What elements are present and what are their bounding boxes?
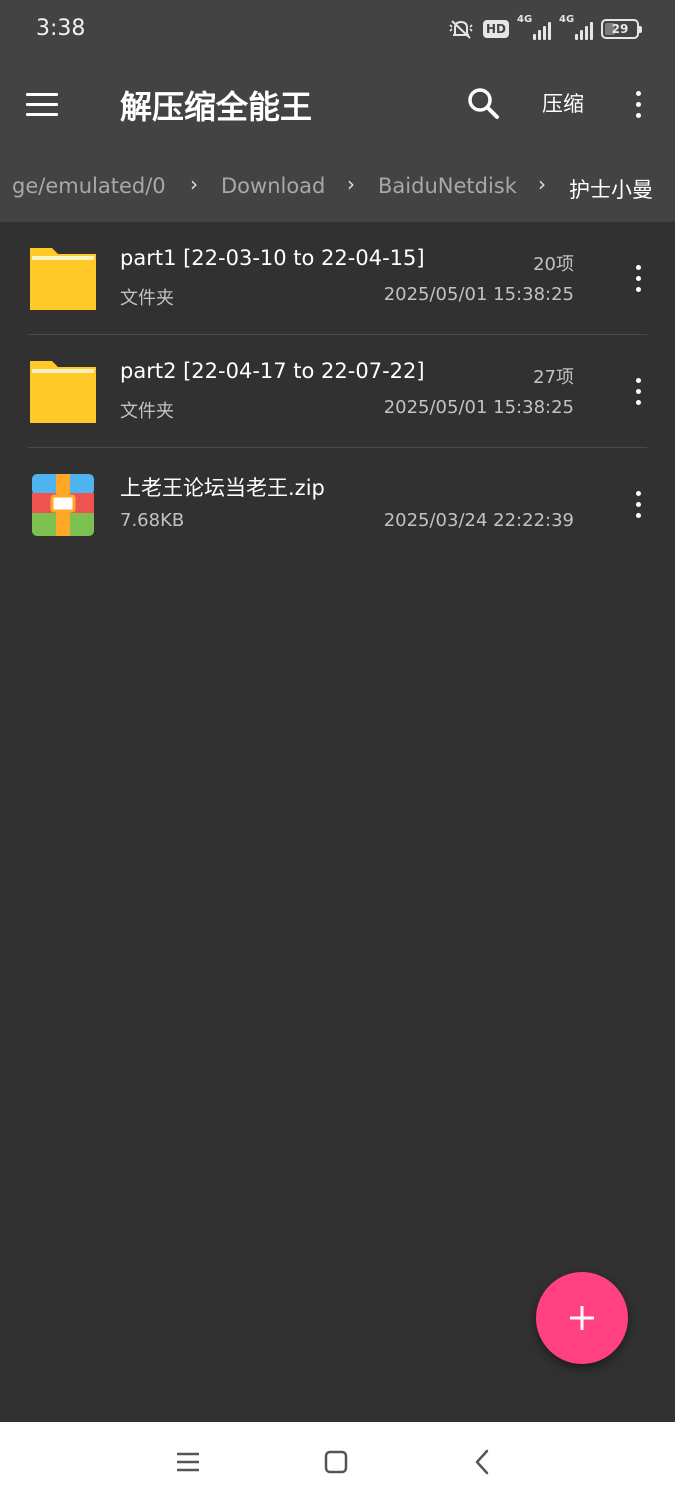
recents-icon[interactable]: [168, 1442, 208, 1482]
signal-icon: 4G: [559, 14, 593, 40]
zip-archive-icon: [32, 474, 94, 536]
breadcrumb: ge/emulated/0 › Download › BaiduNetdisk …: [0, 148, 675, 222]
network-type-2: 4G: [559, 14, 575, 25]
file-name: part1 [22-03-10 to 22-04-15]: [120, 246, 425, 270]
more-vert-icon[interactable]: [622, 371, 654, 411]
status-time: 3:38: [36, 16, 86, 41]
battery-icon: 29: [601, 19, 642, 39]
breadcrumb-item-baidunetdisk[interactable]: BaiduNetdisk: [378, 174, 517, 198]
compress-button[interactable]: 压缩: [542, 88, 584, 118]
file-type: 文件夹: [120, 401, 174, 422]
plus-icon: [570, 1306, 594, 1330]
folder-icon: [30, 361, 96, 423]
home-icon[interactable]: [316, 1442, 356, 1482]
network-type-1: 4G: [517, 14, 533, 25]
item-count: 27项: [533, 367, 574, 388]
list-item[interactable]: part2 [22-04-17 to 22-07-22] 文件夹 27项 202…: [0, 335, 675, 448]
file-size: 7.68KB: [120, 510, 185, 531]
breadcrumb-item-emulated[interactable]: ge/emulated/0: [12, 174, 166, 198]
chevron-right-icon: ›: [538, 172, 546, 196]
file-list: part1 [22-03-10 to 22-04-15] 文件夹 20项 202…: [0, 222, 675, 561]
hamburger-menu-icon[interactable]: [26, 84, 66, 124]
list-item[interactable]: part1 [22-03-10 to 22-04-15] 文件夹 20项 202…: [0, 222, 675, 335]
status-icons: HD 4G 4G 29: [447, 14, 642, 43]
more-vert-icon[interactable]: [622, 84, 654, 124]
modified-date: 2025/05/01 15:38:25: [383, 397, 574, 418]
chevron-right-icon: ›: [347, 172, 355, 196]
hd-icon: HD: [482, 20, 509, 38]
mute-icon: [449, 20, 473, 39]
list-item[interactable]: 上老王论坛当老王.zip 7.68KB 2025/03/24 22:22:39: [0, 448, 675, 561]
modified-date: 2025/05/01 15:38:25: [383, 284, 574, 305]
file-name: part2 [22-04-17 to 22-07-22]: [120, 359, 425, 383]
item-count: 20项: [533, 254, 574, 275]
system-nav-bar: [0, 1422, 675, 1500]
chevron-right-icon: ›: [190, 172, 198, 196]
more-vert-icon[interactable]: [622, 258, 654, 298]
back-icon[interactable]: [462, 1442, 502, 1482]
breadcrumb-item-current[interactable]: 护士小曼: [569, 174, 653, 204]
folder-icon: [30, 248, 96, 310]
file-name: 上老王论坛当老王.zip: [120, 476, 325, 500]
app-bar: 解压缩全能王 压缩: [0, 60, 675, 148]
add-fab-button[interactable]: [536, 1272, 628, 1364]
breadcrumb-item-download[interactable]: Download: [221, 174, 325, 198]
modified-date: 2025/03/24 22:22:39: [383, 510, 574, 531]
signal-icon: 4G: [517, 14, 551, 40]
battery-level: 29: [611, 22, 629, 36]
app-title: 解压缩全能王: [120, 88, 313, 126]
status-bar: 3:38 HD 4G 4G 29: [0, 0, 675, 60]
more-vert-icon[interactable]: [622, 484, 654, 524]
search-icon[interactable]: [464, 84, 504, 124]
file-type: 文件夹: [120, 288, 174, 309]
